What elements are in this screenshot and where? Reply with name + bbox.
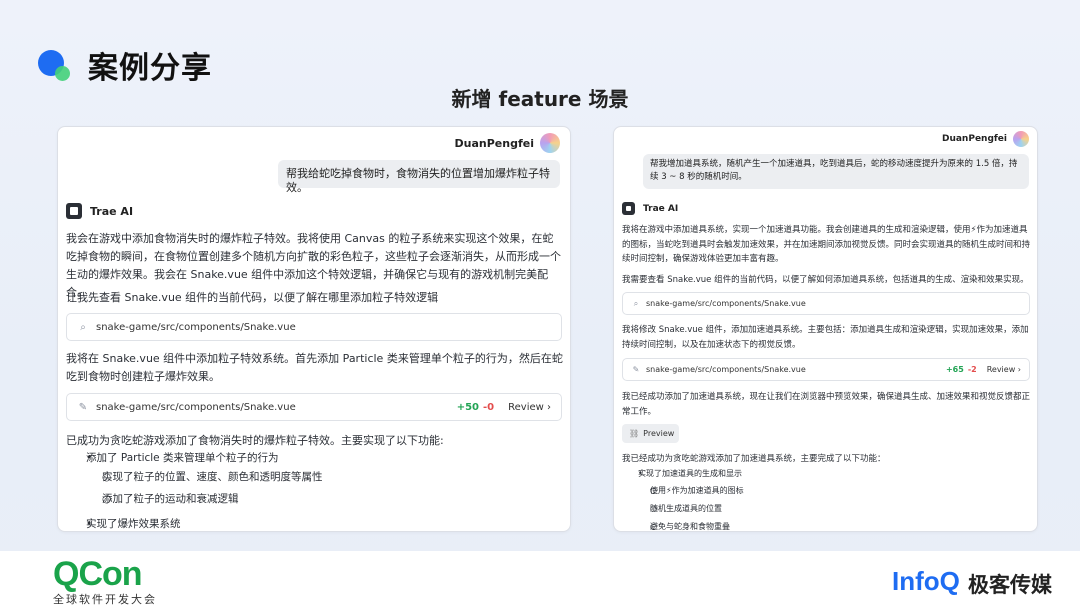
title-dot-accent-icon bbox=[55, 66, 70, 81]
diff-deletions: -2 bbox=[967, 365, 977, 374]
list-item: 实现了粒子的位置、速度、颜色和透明度等属性 bbox=[86, 467, 564, 487]
right-chat-panel: DuanPengfei 帮我增加道具系统，随机产生一个加速道具，吃到道具后，蛇的… bbox=[613, 126, 1038, 532]
diff-additions: +50 bbox=[456, 401, 480, 413]
list-item: 使用⚡作为加速道具的图标 bbox=[638, 482, 1033, 499]
list-item: 避免与蛇身和食物重叠 bbox=[638, 518, 1033, 531]
diff-stats: +50 -0 bbox=[457, 402, 494, 413]
chevron-right-icon: › bbox=[1017, 365, 1021, 374]
user-header: DuanPengfei bbox=[942, 131, 1029, 147]
user-message-bubble: 帮我增加道具系统，随机产生一个加速道具，吃到道具后，蛇的移动速度提升为原来的 1… bbox=[643, 154, 1029, 189]
diff-additions: +65 bbox=[945, 365, 964, 374]
user-name: DuanPengfei bbox=[941, 134, 1007, 144]
list-item: 随机生成道具的位置 bbox=[638, 500, 1033, 517]
ai-paragraph-summary: 我已经成功为贪吃蛇游戏添加了加速道具系统，主要完成了以下功能： bbox=[622, 454, 886, 464]
list-item: 实现了爆炸效果系统 bbox=[70, 515, 564, 531]
feature-list: 添加了 Particle 类来管理单个粒子的行为 实现了粒子的位置、速度、颜色和… bbox=[66, 449, 564, 531]
ai-paragraph-plan: 让我先查看 Snake.vue 组件的当前代码，以便了解在哪里添加粒子特效逻辑 bbox=[66, 291, 439, 304]
search-file-item[interactable]: ⌕ snake-game/src/components/Snake.vue bbox=[66, 313, 562, 341]
edited-file-item[interactable]: ✎ snake-game/src/components/Snake.vue +5… bbox=[66, 393, 562, 421]
qcon-subtitle: 全球软件开发大会 bbox=[53, 593, 157, 606]
link-icon: ⛓ bbox=[629, 429, 640, 438]
ai-paragraph-plan: 我需要查看 Snake.vue 组件的当前代码，以便了解如何添加道具系统，包括道… bbox=[622, 275, 1029, 285]
preview-label: Preview bbox=[643, 429, 675, 438]
user-avatar bbox=[1013, 131, 1029, 147]
list-item: 添加了粒子的运动和衰减逻辑 bbox=[86, 489, 564, 509]
search-icon: ⌕ bbox=[633, 298, 639, 308]
page-title: 案例分享 bbox=[88, 51, 212, 86]
preview-button[interactable]: ⛓ Preview bbox=[622, 424, 679, 443]
feature-list: 实现了加速道具的生成和显示 使用⚡作为加速道具的图标 随机生成道具的位置 避免与… bbox=[622, 466, 1033, 531]
review-button[interactable]: Review › bbox=[987, 365, 1021, 374]
infoq-logo: InfoQ bbox=[892, 566, 960, 596]
search-file-item[interactable]: ⌕ snake-game/src/components/Snake.vue bbox=[622, 292, 1030, 315]
list-item: 添加了 Particle 类来管理单个粒子的行为 bbox=[70, 449, 564, 467]
search-file-path: snake-game/src/components/Snake.vue bbox=[96, 321, 296, 333]
diff-deletions: -0 bbox=[483, 401, 495, 413]
file-edit-icon: ✎ bbox=[78, 401, 88, 413]
search-file-path: snake-game/src/components/Snake.vue bbox=[646, 299, 806, 308]
ai-name: Trae AI bbox=[90, 204, 134, 218]
edited-file-path: snake-game/src/components/Snake.vue bbox=[646, 365, 806, 374]
ai-paragraph-implementation: 我将修改 Snake.vue 组件，添加加速道具系统。主要包括：添加道具生成和渲… bbox=[622, 325, 1029, 350]
edited-file-item[interactable]: ✎ snake-game/src/components/Snake.vue +6… bbox=[622, 358, 1030, 381]
chevron-right-icon: › bbox=[547, 401, 551, 413]
file-edit-icon: ✎ bbox=[632, 365, 640, 374]
ai-paragraph-preview: 我已经成功添加了加速道具系统，现在让我们在浏览器中预览效果，确保道具生成、加速效… bbox=[622, 392, 1031, 417]
ai-paragraph-summary: 已成功为贪吃蛇游戏添加了食物消失时的爆炸粒子特效。主要实现了以下功能: bbox=[66, 434, 444, 447]
infoq-brand-name: 极客传媒 bbox=[968, 573, 1052, 597]
left-chat-panel: DuanPengfei 帮我给蛇吃掉食物时，食物消失的位置增加爆炸粒子特效。 T… bbox=[57, 126, 571, 532]
qcon-logo: QCon bbox=[53, 555, 143, 593]
list-item: 实现了加速道具的生成和显示 bbox=[626, 466, 1033, 481]
review-label: Review bbox=[508, 401, 544, 413]
user-avatar bbox=[540, 133, 560, 153]
ai-name: Trae AI bbox=[643, 203, 679, 214]
ai-paragraph-implementation: 我将在 Snake.vue 组件中添加粒子特效系统。首先添加 Particle … bbox=[66, 352, 563, 383]
trae-ai-icon bbox=[622, 202, 635, 215]
ai-paragraph-intro: 我将在游戏中添加道具系统，实现一个加速道具功能。我会创建道具的生成和渲染逻辑，使… bbox=[622, 225, 1031, 264]
ai-header: Trae AI bbox=[66, 203, 133, 219]
edited-file-path: snake-game/src/components/Snake.vue bbox=[96, 401, 296, 413]
review-label: Review bbox=[986, 365, 1016, 374]
user-name: DuanPengfei bbox=[454, 136, 534, 150]
user-message-bubble: 帮我给蛇吃掉食物时，食物消失的位置增加爆炸粒子特效。 bbox=[278, 160, 560, 194]
trae-ai-icon bbox=[66, 203, 82, 219]
user-header: DuanPengfei bbox=[455, 133, 560, 153]
ai-header: Trae AI bbox=[622, 202, 678, 215]
search-icon: ⌕ bbox=[80, 321, 86, 333]
diff-stats: +65 -2 bbox=[946, 365, 977, 374]
review-button[interactable]: Review › bbox=[508, 402, 551, 413]
page-subtitle: 新增 feature 场景 bbox=[451, 87, 629, 111]
